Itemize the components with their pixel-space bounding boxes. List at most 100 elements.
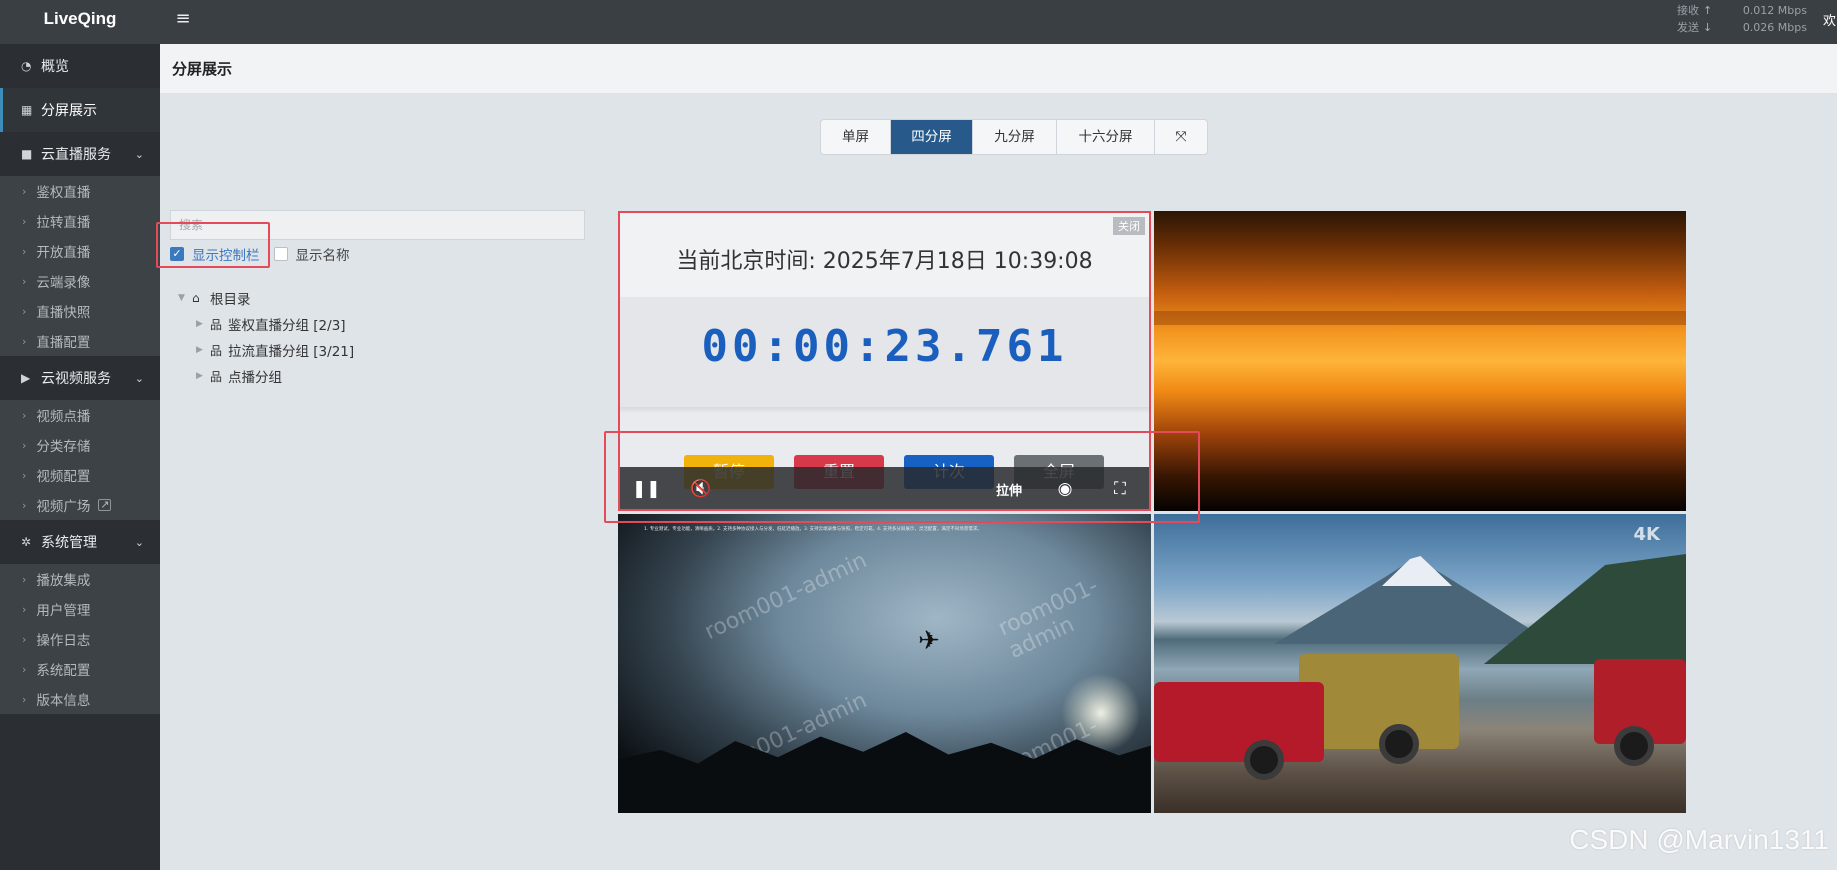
sidebar-item-video-square[interactable]: › 视频广场 ↗ xyxy=(0,490,160,520)
sidebar-group-video[interactable]: ▶ 云视频服务 ⌄ xyxy=(0,356,160,400)
page-title: 分屏展示 xyxy=(172,60,233,78)
chevron-down-icon: ⌄ xyxy=(134,147,144,161)
mute-icon[interactable]: 🔇 xyxy=(690,479,712,499)
stopwatch-display: 00:00:23.761 xyxy=(701,321,1068,372)
chevron-right-icon: › xyxy=(22,662,27,676)
sidebar-item-auth-live[interactable]: › 鉴权直播 xyxy=(0,176,160,206)
grid-icon: ▦ xyxy=(21,103,33,117)
video-cell-2[interactable] xyxy=(1154,211,1686,511)
sidebar-item-label: 分类存储 xyxy=(36,439,91,455)
sidebar-item-open-live[interactable]: › 开放直播 xyxy=(0,236,160,266)
stretch-button[interactable]: 拉伸 xyxy=(996,480,1022,499)
sidebar-item-label: 版本信息 xyxy=(36,693,91,709)
video-cell-4[interactable]: 4K xyxy=(1154,514,1686,813)
chevron-right-icon: › xyxy=(22,692,27,706)
chevron-right-icon: › xyxy=(22,602,27,616)
sitemap-icon: 品 xyxy=(210,369,223,384)
clock-text: 当前北京时间: 2025年7月18日 10:39:08 xyxy=(676,249,1093,274)
sidebar-item-live-snapshot[interactable]: › 直播快照 xyxy=(0,296,160,326)
sitemap-icon: 品 xyxy=(210,317,223,332)
tree-node-auth-group[interactable]: ▶ 品 鉴权直播分组 [2/3] xyxy=(178,311,354,337)
split-single-button[interactable]: 单屏 xyxy=(821,120,891,154)
sidebar-item-label: 分屏展示 xyxy=(41,103,97,119)
tree-node-vod-group[interactable]: ▶ 品 点播分组 xyxy=(178,363,354,389)
sidebar-group-live[interactable]: ■ 云直播服务 ⌄ xyxy=(0,132,160,176)
sidebar-item-label: 用户管理 xyxy=(36,603,91,619)
youtube-icon: ▶ xyxy=(21,371,31,385)
wheel xyxy=(1379,724,1419,764)
mountain-snow xyxy=(1382,556,1452,586)
tree-search-input[interactable] xyxy=(170,210,585,240)
app-logo[interactable]: LiveQing xyxy=(0,0,160,44)
caret-down-icon[interactable]: ▼ xyxy=(178,293,192,303)
split-four-button[interactable]: 四分屏 xyxy=(891,120,973,154)
menu-toggle-icon[interactable]: ≡ xyxy=(172,8,194,30)
split-sixteen-button[interactable]: 十六分屏 xyxy=(1057,120,1155,154)
split-mode-button-group: 单屏 四分屏 九分屏 十六分屏 ⤧ xyxy=(820,119,1208,155)
sidebar-item-video-config[interactable]: › 视频配置 xyxy=(0,460,160,490)
chevron-down-icon: ⌄ xyxy=(134,371,144,385)
sidebar-group-system[interactable]: ✲ 系统管理 ⌄ xyxy=(0,520,160,564)
close-cell-button[interactable]: 关闭 xyxy=(1113,217,1145,235)
video-grid: 当前北京时间: 2025年7月18日 10:39:08 关闭 00:00:23.… xyxy=(618,211,1686,813)
top-navbar: LiveQing ≡ 接收 ↑ 0.012 Mbps 发送 ↓ 0.026 Mbps 欢 xyxy=(0,0,1837,44)
sidebar-item-vod[interactable]: › 视频点播 xyxy=(0,400,160,430)
sidebar-item-cloud-record[interactable]: › 云端录像 xyxy=(0,266,160,296)
tree-node-label: 根目录 xyxy=(210,292,251,308)
sidebar-item-operation-log[interactable]: › 操作日志 xyxy=(0,624,160,654)
pause-icon[interactable]: ❚❚ xyxy=(632,479,661,499)
show-names-label[interactable]: 显示名称 xyxy=(296,244,350,264)
chevron-right-icon: › xyxy=(22,468,27,482)
chevron-right-icon: › xyxy=(22,274,27,288)
video-cell-3[interactable]: 1. 专业测试，专业功能，清晰画质。2. 支持多种协议接入与分发，低延迟播放。3… xyxy=(618,514,1151,813)
sidebar-item-overview[interactable]: ◔ 概览 xyxy=(0,44,160,88)
sidebar-item-storage[interactable]: › 分类存储 xyxy=(0,430,160,460)
chevron-right-icon: › xyxy=(22,244,27,258)
tree-node-root[interactable]: ▼ ⌂ 根目录 xyxy=(178,285,354,311)
chevron-right-icon: › xyxy=(22,498,27,512)
caret-right-icon[interactable]: ▶ xyxy=(196,345,210,355)
sidebar-group-label: 云直播服务 xyxy=(41,147,111,163)
show-controls-checkbox[interactable]: ✓ xyxy=(170,247,184,261)
sidebar-item-label: 概览 xyxy=(41,59,69,75)
caret-right-icon[interactable]: ▶ xyxy=(196,319,210,329)
chevron-right-icon: › xyxy=(22,408,27,422)
arrow-down-icon: ↓ xyxy=(1703,21,1713,34)
user-menu[interactable]: 欢 xyxy=(1823,10,1837,29)
sidebar-item-split-screen[interactable]: ▦ 分屏展示 xyxy=(0,88,160,132)
sidebar: ◔ 概览 ▦ 分屏展示 ■ 云直播服务 ⌄ › 鉴权直播 › 拉转直播 › 开放直播 … xyxy=(0,44,160,870)
gear-icon: ✲ xyxy=(21,535,32,549)
video-cell-1[interactable]: 当前北京时间: 2025年7月18日 10:39:08 关闭 00:00:23.… xyxy=(618,211,1151,511)
sidebar-item-user-management[interactable]: › 用户管理 xyxy=(0,594,160,624)
sidebar-item-version-info[interactable]: › 版本信息 xyxy=(0,684,160,714)
sidebar-item-system-config[interactable]: › 系统配置 xyxy=(0,654,160,684)
snapshot-icon[interactable]: ◉ xyxy=(1054,479,1076,499)
chevron-right-icon: › xyxy=(22,334,27,348)
wheel xyxy=(1244,740,1284,780)
footer-watermark: CSDN @Marvin1311 xyxy=(1569,824,1829,855)
external-link-icon: ↗ xyxy=(98,498,112,511)
resolution-badge: 4K xyxy=(1633,524,1660,545)
sidebar-item-label: 视频广场 xyxy=(36,499,91,515)
show-controls-label[interactable]: 显示控制栏 xyxy=(192,244,260,264)
sidebar-item-pull-live[interactable]: › 拉转直播 xyxy=(0,206,160,236)
network-stats: 接收 ↑ 0.012 Mbps 发送 ↓ 0.026 Mbps xyxy=(1677,2,1807,36)
tree-node-pull-group[interactable]: ▶ 品 拉流直播分组 [3/21] xyxy=(178,337,354,363)
sitemap-icon: 品 xyxy=(210,343,223,358)
sidebar-item-player-integration[interactable]: › 播放集成 xyxy=(0,564,160,594)
split-nine-button[interactable]: 九分屏 xyxy=(973,120,1057,154)
chevron-right-icon: › xyxy=(22,184,27,198)
tree-node-label: 鉴权直播分组 [2/3] xyxy=(228,318,346,334)
fullscreen-icon[interactable]: ⛶ xyxy=(1109,479,1131,499)
player-control-bar: ❚❚ 🔇 拉伸 ◉ ⛶ xyxy=(618,467,1151,511)
fullscreen-expand-icon[interactable]: ⤧ xyxy=(1155,120,1207,154)
video-frame-detail xyxy=(1154,311,1686,325)
caret-right-icon[interactable]: ▶ xyxy=(196,371,210,381)
sidebar-item-label: 直播快照 xyxy=(36,305,91,321)
show-names-checkbox[interactable] xyxy=(273,247,288,261)
display-options: ✓ 显示控制栏 显示名称 xyxy=(170,244,350,264)
sidebar-item-label: 拉转直播 xyxy=(36,215,91,231)
sidebar-item-live-config[interactable]: › 直播配置 xyxy=(0,326,160,356)
jeep-red-front xyxy=(1154,682,1324,762)
sidebar-item-label: 播放集成 xyxy=(36,573,91,589)
